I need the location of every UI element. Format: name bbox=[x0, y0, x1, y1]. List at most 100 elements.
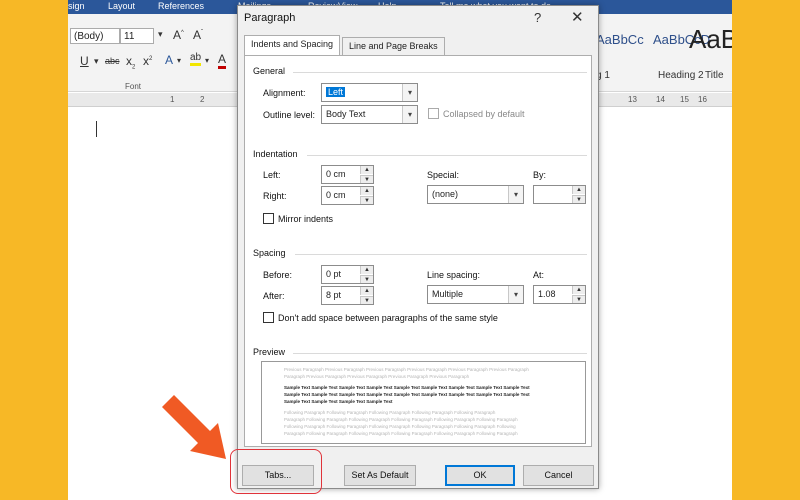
grow-font-icon[interactable]: A^ bbox=[173, 28, 184, 42]
spin-down-icon[interactable]: ▼ bbox=[360, 275, 373, 283]
tab-indents-and-spacing[interactable]: Indents and Spacing bbox=[244, 35, 341, 56]
spin-up-icon[interactable]: ▲ bbox=[360, 287, 373, 295]
indent-left-value: 0 cm bbox=[326, 169, 346, 179]
style-heading1-sample[interactable]: AaBbCc bbox=[596, 32, 644, 47]
help-icon[interactable]: ? bbox=[534, 10, 541, 25]
at-spinner[interactable]: 1.08 ▲ ▼ bbox=[533, 285, 586, 304]
indent-left-spinner[interactable]: 0 cm ▲ ▼ bbox=[321, 165, 374, 184]
text-effects-dropdown-icon[interactable]: ▾ bbox=[177, 56, 181, 65]
ok-button[interactable]: OK bbox=[445, 465, 515, 486]
style-title-sample[interactable]: AaB bbox=[689, 24, 732, 55]
close-icon[interactable]: ✕ bbox=[571, 8, 584, 26]
preview-following-line: Following Paragraph Following Paragraph … bbox=[284, 424, 516, 429]
tab-line-and-page-breaks[interactable]: Line and Page Breaks bbox=[342, 37, 445, 56]
ribbon-tab-design[interactable]: sign bbox=[68, 1, 85, 11]
font-color-icon[interactable]: A bbox=[218, 52, 227, 69]
chevron-down-icon: ▾ bbox=[402, 106, 417, 123]
ruler-tick: 16 bbox=[698, 95, 707, 104]
chevron-down-icon: ▾ bbox=[402, 84, 417, 101]
tabs-button-highlight bbox=[230, 449, 322, 494]
font-name-box[interactable]: (Body) bbox=[70, 28, 120, 44]
font-size-dropdown-icon[interactable]: ▾ bbox=[158, 29, 163, 40]
section-divider bbox=[295, 254, 587, 255]
spin-up-icon[interactable]: ▲ bbox=[572, 186, 585, 194]
subscript-icon[interactable]: x2 bbox=[126, 54, 135, 70]
preview-heading: Preview bbox=[253, 347, 286, 357]
preview-box: Previous Paragraph Previous Paragraph Pr… bbox=[261, 361, 586, 444]
indent-right-spinner[interactable]: 0 cm ▲ ▼ bbox=[321, 186, 374, 205]
alignment-label: Alignment: bbox=[263, 88, 306, 98]
spin-down-icon[interactable]: ▼ bbox=[572, 195, 585, 203]
spacing-before-spinner[interactable]: 0 pt ▲ ▼ bbox=[321, 265, 374, 284]
text-effects-icon[interactable]: A bbox=[165, 53, 173, 67]
spin-up-icon[interactable]: ▲ bbox=[360, 187, 373, 195]
underline-icon[interactable]: U bbox=[80, 54, 89, 68]
at-label: At: bbox=[533, 270, 545, 280]
spin-down-icon[interactable]: ▼ bbox=[572, 295, 585, 303]
spacing-after-label: After: bbox=[263, 291, 285, 301]
preview-previous-line: Previous Paragraph Previous Paragraph Pr… bbox=[284, 367, 529, 372]
line-spacing-select[interactable]: Multiple ▾ bbox=[427, 285, 524, 304]
line-spacing-label: Line spacing: bbox=[427, 270, 481, 280]
cancel-button[interactable]: Cancel bbox=[523, 465, 594, 486]
outline-level-value: Body Text bbox=[326, 109, 366, 119]
highlight-dropdown-icon[interactable]: ▾ bbox=[205, 56, 209, 65]
indent-right-label: Right: bbox=[263, 191, 287, 201]
shrink-font-icon[interactable]: Aˇ bbox=[193, 28, 203, 42]
chevron-down-icon: ▾ bbox=[508, 286, 523, 303]
style-title-label: Title bbox=[705, 70, 724, 81]
indentation-heading: Indentation bbox=[253, 149, 298, 159]
special-select[interactable]: (none) ▾ bbox=[427, 185, 524, 204]
general-heading: General bbox=[253, 66, 286, 76]
spacing-before-label: Before: bbox=[263, 270, 293, 280]
collapsed-by-default-label: Collapsed by default bbox=[443, 109, 525, 119]
special-label: Special: bbox=[427, 170, 460, 180]
preview-following-line: Following Paragraph Following Paragraph … bbox=[284, 410, 496, 415]
ruler-tick: 13 bbox=[628, 95, 637, 104]
ruler-tick: 1 bbox=[170, 95, 175, 104]
strikethrough-icon[interactable]: abc bbox=[105, 56, 120, 66]
alignment-select[interactable]: Left ▾ bbox=[321, 83, 418, 102]
ruler-tick: 2 bbox=[200, 95, 205, 104]
spin-up-icon[interactable]: ▲ bbox=[360, 266, 373, 274]
superscript-icon[interactable]: x2 bbox=[143, 54, 152, 68]
outline-level-select[interactable]: Body Text ▾ bbox=[321, 105, 418, 124]
highlight-icon[interactable]: ab bbox=[190, 52, 202, 66]
indent-left-label: Left: bbox=[263, 170, 281, 180]
style-heading2-label: Heading 2 bbox=[658, 70, 704, 81]
font-group-label: Font bbox=[125, 82, 142, 91]
spin-up-icon[interactable]: ▲ bbox=[572, 286, 585, 294]
preview-following-line: Paragraph Following Paragraph Following … bbox=[284, 431, 518, 436]
by-label: By: bbox=[533, 170, 547, 180]
pointer-arrow-icon bbox=[162, 395, 226, 459]
spin-down-icon[interactable]: ▼ bbox=[360, 175, 373, 183]
preview-sample-line: Sample Text Sample Text Sample Text Samp… bbox=[284, 392, 530, 397]
collapsed-by-default-checkbox[interactable] bbox=[428, 108, 439, 119]
mirror-indents-checkbox[interactable] bbox=[263, 213, 274, 224]
special-value: (none) bbox=[432, 189, 459, 199]
outline-level-label: Outline level: bbox=[263, 110, 316, 120]
indent-right-value: 0 cm bbox=[326, 190, 346, 200]
spacing-before-value: 0 pt bbox=[326, 269, 342, 279]
spin-up-icon[interactable]: ▲ bbox=[360, 166, 373, 174]
line-spacing-value: Multiple bbox=[432, 289, 464, 299]
ruler-tick: 14 bbox=[656, 95, 665, 104]
by-spinner[interactable]: ▲ ▼ bbox=[533, 185, 586, 204]
preview-following-line: Paragraph Following Paragraph Following … bbox=[284, 417, 518, 422]
ribbon-tab-references[interactable]: References bbox=[158, 1, 204, 11]
set-as-default-button[interactable]: Set As Default bbox=[344, 465, 416, 486]
spacing-after-spinner[interactable]: 8 pt ▲ ▼ bbox=[321, 286, 374, 305]
ribbon-tab-layout[interactable]: Layout bbox=[108, 1, 135, 11]
dialog-title: Paragraph bbox=[244, 12, 296, 24]
dont-add-space-checkbox[interactable] bbox=[263, 312, 274, 323]
font-size-box[interactable]: 11 bbox=[120, 28, 154, 44]
spin-down-icon[interactable]: ▼ bbox=[360, 196, 373, 204]
preview-sample-line: Sample Text Sample Text Sample Text Samp… bbox=[284, 385, 530, 390]
spacing-after-value: 8 pt bbox=[326, 290, 342, 300]
alignment-value: Left bbox=[326, 87, 346, 97]
paragraph-dialog: Paragraph ? ✕ Indents and Spacing Line a… bbox=[237, 5, 599, 489]
ruler-tick: 15 bbox=[680, 95, 689, 104]
spin-down-icon[interactable]: ▼ bbox=[360, 296, 373, 304]
underline-dropdown-icon[interactable]: ▾ bbox=[94, 56, 99, 67]
spacing-heading: Spacing bbox=[253, 248, 286, 258]
